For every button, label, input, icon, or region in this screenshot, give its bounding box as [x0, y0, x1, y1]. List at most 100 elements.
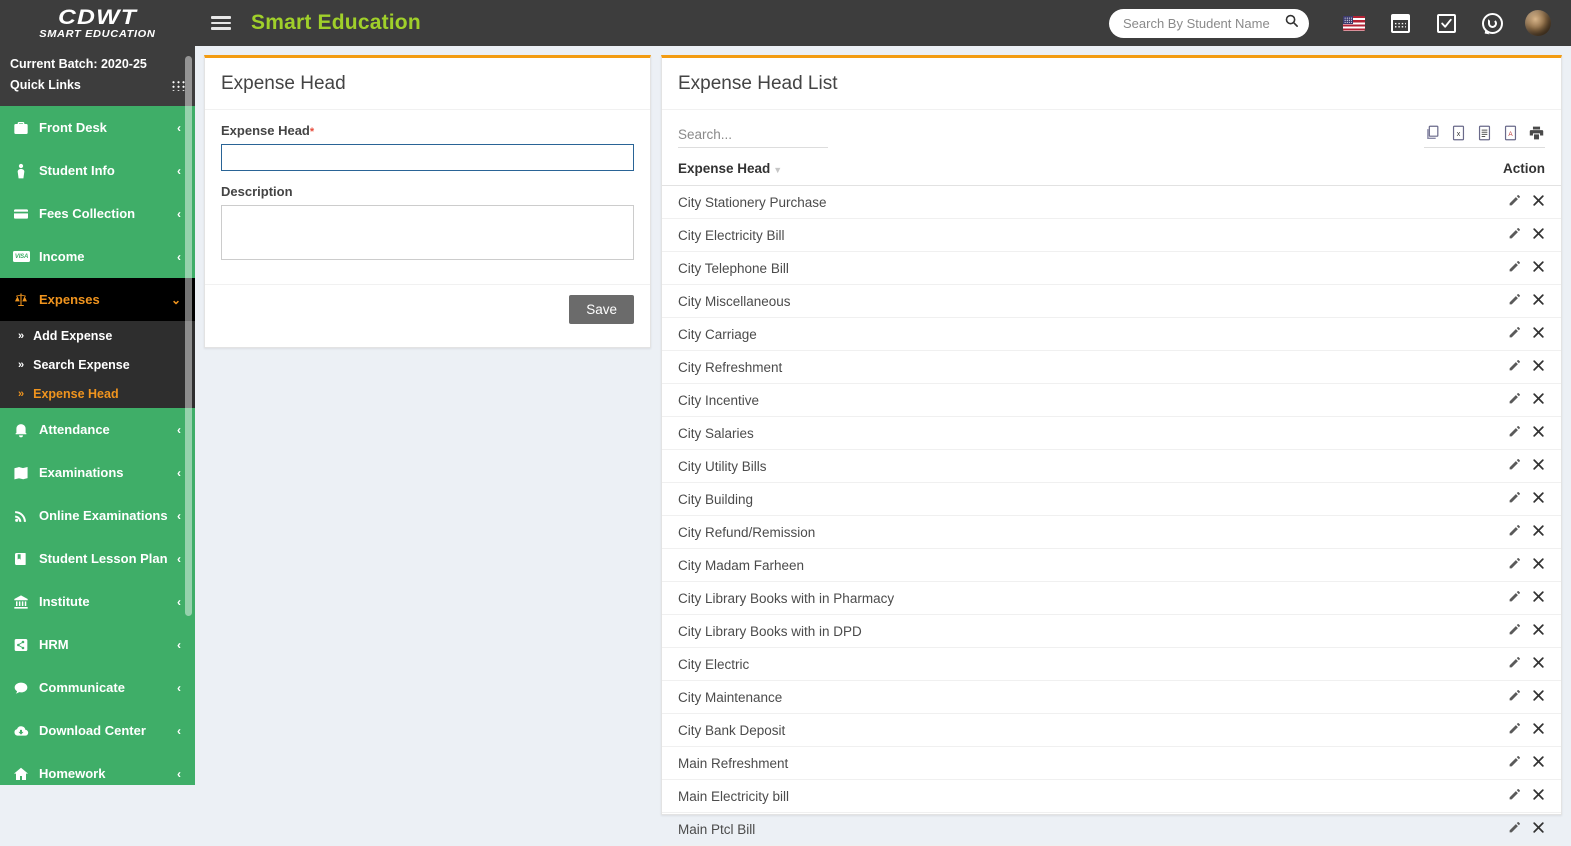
delete-icon[interactable]: [1532, 623, 1545, 636]
delete-icon[interactable]: [1532, 689, 1545, 702]
delete-icon[interactable]: [1532, 227, 1545, 240]
user-tie-icon: [13, 163, 39, 179]
sidebar-item-download-center[interactable]: Download Center ‹: [0, 709, 195, 752]
quick-links-label[interactable]: Quick Links: [10, 75, 81, 96]
table-row: City Incentive: [662, 383, 1561, 417]
sidebar-item-student-info[interactable]: Student Info ‹: [0, 149, 195, 192]
delete-icon[interactable]: [1532, 194, 1545, 207]
edit-icon[interactable]: [1508, 590, 1521, 603]
excel-export-icon[interactable]: x: [1450, 124, 1467, 142]
edit-icon[interactable]: [1508, 656, 1521, 669]
copy-export-icon[interactable]: [1424, 124, 1441, 142]
delete-icon[interactable]: [1532, 293, 1545, 306]
brand-logo[interactable]: CDWT SMART EDUCATION: [0, 0, 195, 46]
edit-icon[interactable]: [1508, 194, 1521, 207]
delete-icon[interactable]: [1532, 326, 1545, 339]
edit-icon[interactable]: [1508, 326, 1521, 339]
edit-icon[interactable]: [1508, 392, 1521, 405]
sidebar-item-homework[interactable]: Homework ‹: [0, 752, 195, 785]
avatar[interactable]: [1515, 0, 1561, 46]
edit-icon[interactable]: [1508, 689, 1521, 702]
csv-export-icon[interactable]: [1476, 124, 1493, 142]
sidebar-item-label: Income: [39, 249, 85, 264]
edit-icon[interactable]: [1508, 359, 1521, 372]
cell-action: [1341, 350, 1561, 384]
column-header-expense-head[interactable]: Expense Head ▼: [662, 155, 1342, 186]
sidebar-item-examinations[interactable]: Examinations ‹: [0, 451, 195, 494]
grid-icon[interactable]: [171, 80, 185, 91]
edit-icon[interactable]: [1508, 557, 1521, 570]
edit-icon[interactable]: [1508, 425, 1521, 438]
delete-icon[interactable]: [1532, 557, 1545, 570]
edit-icon[interactable]: [1508, 524, 1521, 537]
submenu-item-expense-head[interactable]: » Expense Head: [0, 379, 195, 408]
sidebar-item-label: Student Info: [39, 163, 115, 178]
delete-icon[interactable]: [1532, 656, 1545, 669]
cell-expense-head: City Refreshment: [662, 350, 1342, 384]
table-row: City Maintenance: [662, 680, 1561, 714]
delete-icon[interactable]: [1532, 491, 1545, 504]
us-flag-icon[interactable]: [1331, 0, 1377, 46]
edit-icon[interactable]: [1508, 821, 1521, 834]
sidebar-item-attendance[interactable]: Attendance ‹: [0, 408, 195, 451]
edit-icon[interactable]: [1508, 293, 1521, 306]
sidebar-item-expenses[interactable]: Expenses ⌄: [0, 278, 195, 321]
delete-icon[interactable]: [1532, 755, 1545, 768]
chevron-left-icon: ‹: [177, 723, 181, 738]
delete-icon[interactable]: [1532, 425, 1545, 438]
svg-text:x: x: [1457, 130, 1461, 138]
expense-head-input[interactable]: [221, 144, 634, 171]
print-icon[interactable]: [1528, 124, 1545, 142]
edit-icon[interactable]: [1508, 755, 1521, 768]
cell-expense-head: City Utility Bills: [662, 449, 1342, 483]
student-search-box[interactable]: [1109, 8, 1309, 38]
edit-icon[interactable]: [1508, 722, 1521, 735]
submenu-item-search-expense[interactable]: » Search Expense: [0, 350, 195, 379]
search-icon[interactable]: [1284, 13, 1299, 33]
edit-icon[interactable]: [1508, 623, 1521, 636]
sidebar-item-front-desk[interactable]: Front Desk ‹: [0, 106, 195, 149]
cell-expense-head: City Electric: [662, 647, 1342, 681]
list-search-input[interactable]: [678, 125, 828, 148]
delete-icon[interactable]: [1532, 821, 1545, 834]
submenu-item-add-expense[interactable]: » Add Expense: [0, 321, 195, 350]
sidebar-item-income[interactable]: VISA Income ‹: [0, 235, 195, 278]
edit-icon[interactable]: [1508, 458, 1521, 471]
sidebar-item-student-lesson-plan[interactable]: Student Lesson Plan ‹: [0, 537, 195, 580]
chevron-left-icon: ‹: [177, 206, 181, 221]
sidebar-item-institute[interactable]: Institute ‹: [0, 580, 195, 623]
delete-icon[interactable]: [1532, 590, 1545, 603]
sidebar-scrollbar[interactable]: [185, 56, 192, 616]
bank-icon: [13, 594, 39, 610]
delete-icon[interactable]: [1532, 524, 1545, 537]
description-textarea[interactable]: [221, 205, 634, 260]
cell-action: [1341, 416, 1561, 450]
edit-icon[interactable]: [1508, 491, 1521, 504]
edit-icon[interactable]: [1508, 227, 1521, 240]
description-field-group: Description: [221, 184, 634, 265]
save-button[interactable]: Save: [569, 295, 634, 324]
delete-icon[interactable]: [1532, 458, 1545, 471]
edit-icon[interactable]: [1508, 788, 1521, 801]
search-input[interactable]: [1123, 15, 1284, 31]
sidebar-item-communicate[interactable]: Communicate ‹: [0, 666, 195, 709]
list-search-box[interactable]: [678, 125, 828, 148]
whatsapp-icon[interactable]: [1469, 0, 1515, 46]
sidebar-item-online-examinations[interactable]: Online Examinations ‹: [0, 494, 195, 537]
cell-expense-head: City Refund/Remission: [662, 515, 1342, 549]
hamburger-icon[interactable]: [211, 14, 231, 32]
sidebar-item-label: HRM: [39, 637, 69, 652]
edit-icon[interactable]: [1508, 260, 1521, 273]
delete-icon[interactable]: [1532, 359, 1545, 372]
delete-icon[interactable]: [1532, 722, 1545, 735]
sidebar-item-hrm[interactable]: HRM ‹: [0, 623, 195, 666]
checkbox-icon[interactable]: [1423, 0, 1469, 46]
pdf-export-icon[interactable]: A: [1502, 124, 1519, 142]
delete-icon[interactable]: [1532, 788, 1545, 801]
sidebar-item-fees-collection[interactable]: Fees Collection ‹: [0, 192, 195, 235]
batch-info-box: Current Batch: 2020-25 Quick Links: [0, 46, 195, 106]
delete-icon[interactable]: [1532, 392, 1545, 405]
calendar-icon[interactable]: [1377, 0, 1423, 46]
cell-expense-head: City Telephone Bill: [662, 251, 1342, 285]
delete-icon[interactable]: [1532, 260, 1545, 273]
